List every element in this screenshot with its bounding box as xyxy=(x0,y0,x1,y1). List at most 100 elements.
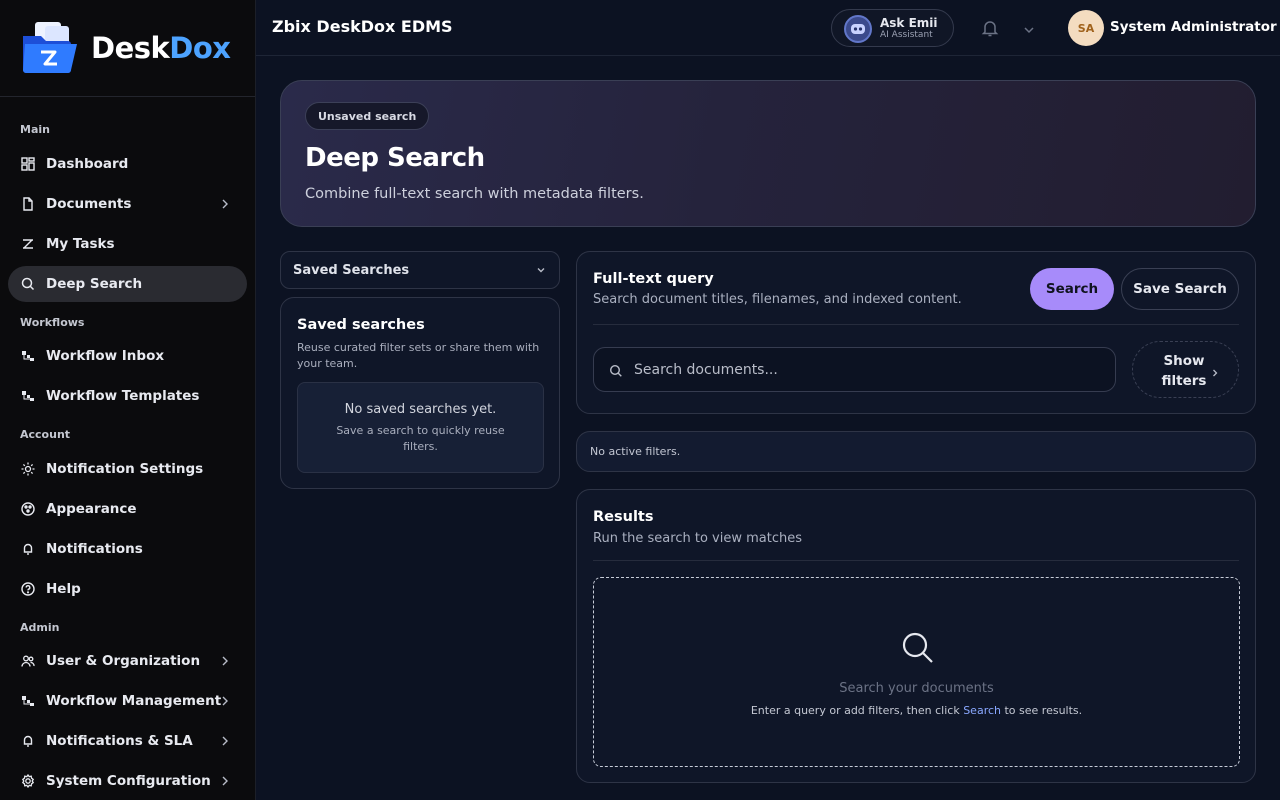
page-subtitle: Combine full-text search with metadata f… xyxy=(305,186,644,202)
sidebar-item-label: System Configuration xyxy=(46,773,211,789)
section-account: Account xyxy=(20,428,71,441)
saved-searches-panel: Saved searches Reuse curated filter sets… xyxy=(280,297,560,489)
help-icon xyxy=(20,581,36,597)
bell-icon xyxy=(20,733,36,749)
saved-searches-empty-state: No saved searches yet. Save a search to … xyxy=(297,382,544,473)
search-input-wrapper[interactable] xyxy=(593,347,1116,392)
query-title: Full-text query xyxy=(593,271,714,287)
sidebar-item-label: Workflow Inbox xyxy=(46,348,165,364)
results-empty-state: Search your documents Enter a query or a… xyxy=(593,577,1240,767)
status-badge: Unsaved search xyxy=(305,102,430,130)
show-filters-label: Show filters xyxy=(1161,353,1207,389)
workflow-icon xyxy=(20,388,36,404)
section-workflows: Workflows xyxy=(20,316,85,329)
user-name[interactable]: System Administrator xyxy=(1110,19,1277,35)
sidebar-item-label: Notifications & SLA xyxy=(46,733,193,749)
tasks-icon xyxy=(20,236,36,252)
divider xyxy=(593,324,1239,325)
sidebar-item-deep-search[interactable]: Deep Search xyxy=(8,266,247,302)
palette-icon xyxy=(20,501,36,517)
results-subtitle: Run the search to view matches xyxy=(593,531,802,546)
sidebar-item-label: Notifications xyxy=(46,541,143,557)
saved-searches-select-label: Saved Searches xyxy=(293,262,410,278)
sidebar-item-label: Workflow Templates xyxy=(46,388,200,404)
sidebar-item-system-configuration[interactable]: System Configuration xyxy=(8,763,247,799)
search-icon xyxy=(900,630,936,666)
chevron-down-icon[interactable] xyxy=(1022,22,1036,36)
saved-searches-description: Reuse curated filter sets or share them … xyxy=(297,341,540,370)
folder-logo-icon xyxy=(21,20,85,76)
sidebar-item-notifications[interactable]: Notifications xyxy=(8,531,247,567)
sidebar-item-label: Dashboard xyxy=(46,156,129,172)
sidebar-item-label: User & Organization xyxy=(46,653,201,669)
empty-hint: Save a search to quickly reuse filters. xyxy=(336,424,505,453)
search-input[interactable] xyxy=(634,360,1094,380)
chevron-right-icon xyxy=(217,653,233,669)
chevron-right-icon xyxy=(217,773,233,789)
dashboard-icon xyxy=(20,156,36,172)
brand-name: DeskDox xyxy=(91,31,231,65)
sidebar-item-label: Help xyxy=(46,581,81,597)
save-search-button[interactable]: Save Search xyxy=(1121,268,1239,310)
workflow-icon xyxy=(20,348,36,364)
gear-icon xyxy=(20,773,36,789)
workflow-icon xyxy=(20,693,36,709)
active-filters-bar: No active filters. xyxy=(576,431,1256,472)
results-title: Results xyxy=(593,509,654,525)
results-empty-title: Search your documents xyxy=(839,681,994,696)
sidebar-item-workflow-inbox[interactable]: Workflow Inbox xyxy=(8,338,247,374)
sidebar-item-label: Workflow Management xyxy=(46,693,222,709)
section-main: Main xyxy=(20,123,50,136)
search-icon xyxy=(20,276,36,292)
search-button[interactable]: Search xyxy=(1030,268,1114,310)
chevron-right-icon xyxy=(217,693,233,709)
avatar[interactable]: SA xyxy=(1068,10,1104,46)
chevron-right-icon xyxy=(217,196,233,212)
chevron-right-icon xyxy=(1210,364,1220,377)
ask-assistant-button[interactable]: Ask Emii AI Assistant xyxy=(831,9,954,47)
divider xyxy=(593,560,1239,561)
sidebar-item-notification-settings[interactable]: Notification Settings xyxy=(8,451,247,487)
sidebar-item-notifications-sla[interactable]: Notifications & SLA xyxy=(8,723,247,759)
sun-icon xyxy=(20,461,36,477)
sidebar-item-label: Appearance xyxy=(46,501,137,517)
sidebar-item-documents[interactable]: Documents xyxy=(8,186,247,222)
section-admin: Admin xyxy=(20,621,60,634)
query-panel: Full-text query Search document titles, … xyxy=(576,251,1256,414)
brand-name-part2: Dox xyxy=(169,31,231,65)
brand-name-part1: Desk xyxy=(91,31,170,65)
sidebar-item-label: My Tasks xyxy=(46,236,115,252)
brand[interactable]: DeskDox xyxy=(0,0,255,97)
sidebar-item-label: Documents xyxy=(46,196,132,212)
show-filters-button[interactable]: Show filters xyxy=(1132,341,1239,398)
search-icon xyxy=(609,363,623,377)
topbar: Zbix DeskDox EDMS Ask Emii AI Assistant … xyxy=(256,0,1280,56)
query-subtitle: Search document titles, filenames, and i… xyxy=(593,292,962,307)
document-icon xyxy=(20,196,36,212)
assistant-subtitle: AI Assistant xyxy=(880,30,933,40)
sidebar: DeskDox Main Dashboard Documents My Task… xyxy=(0,0,256,800)
active-filters-status: No active filters. xyxy=(590,445,681,458)
hint-text: to see results. xyxy=(1001,704,1083,717)
sidebar-item-workflow-management[interactable]: Workflow Management xyxy=(8,683,247,719)
empty-title: No saved searches yet. xyxy=(344,402,497,417)
app-title: Zbix DeskDox EDMS xyxy=(272,17,453,36)
results-empty-hint: Enter a query or add filters, then click… xyxy=(594,704,1239,717)
sidebar-item-my-tasks[interactable]: My Tasks xyxy=(8,226,247,262)
search-link[interactable]: Search xyxy=(963,704,1001,717)
bell-icon xyxy=(20,541,36,557)
sidebar-item-user-organization[interactable]: User & Organization xyxy=(8,643,247,679)
saved-searches-title: Saved searches xyxy=(297,317,425,333)
sidebar-item-workflow-templates[interactable]: Workflow Templates xyxy=(8,378,247,414)
assistant-title: Ask Emii xyxy=(880,16,938,30)
robot-avatar-icon xyxy=(844,15,872,43)
sidebar-item-label: Notification Settings xyxy=(46,461,204,477)
bell-icon[interactable] xyxy=(980,18,1000,38)
page-title: Deep Search xyxy=(305,143,485,173)
chevron-right-icon xyxy=(217,733,233,749)
sidebar-item-help[interactable]: Help xyxy=(8,571,247,607)
sidebar-item-appearance[interactable]: Appearance xyxy=(8,491,247,527)
saved-searches-select[interactable]: Saved Searches xyxy=(280,251,560,289)
users-icon xyxy=(20,653,36,669)
sidebar-item-dashboard[interactable]: Dashboard xyxy=(8,146,247,182)
